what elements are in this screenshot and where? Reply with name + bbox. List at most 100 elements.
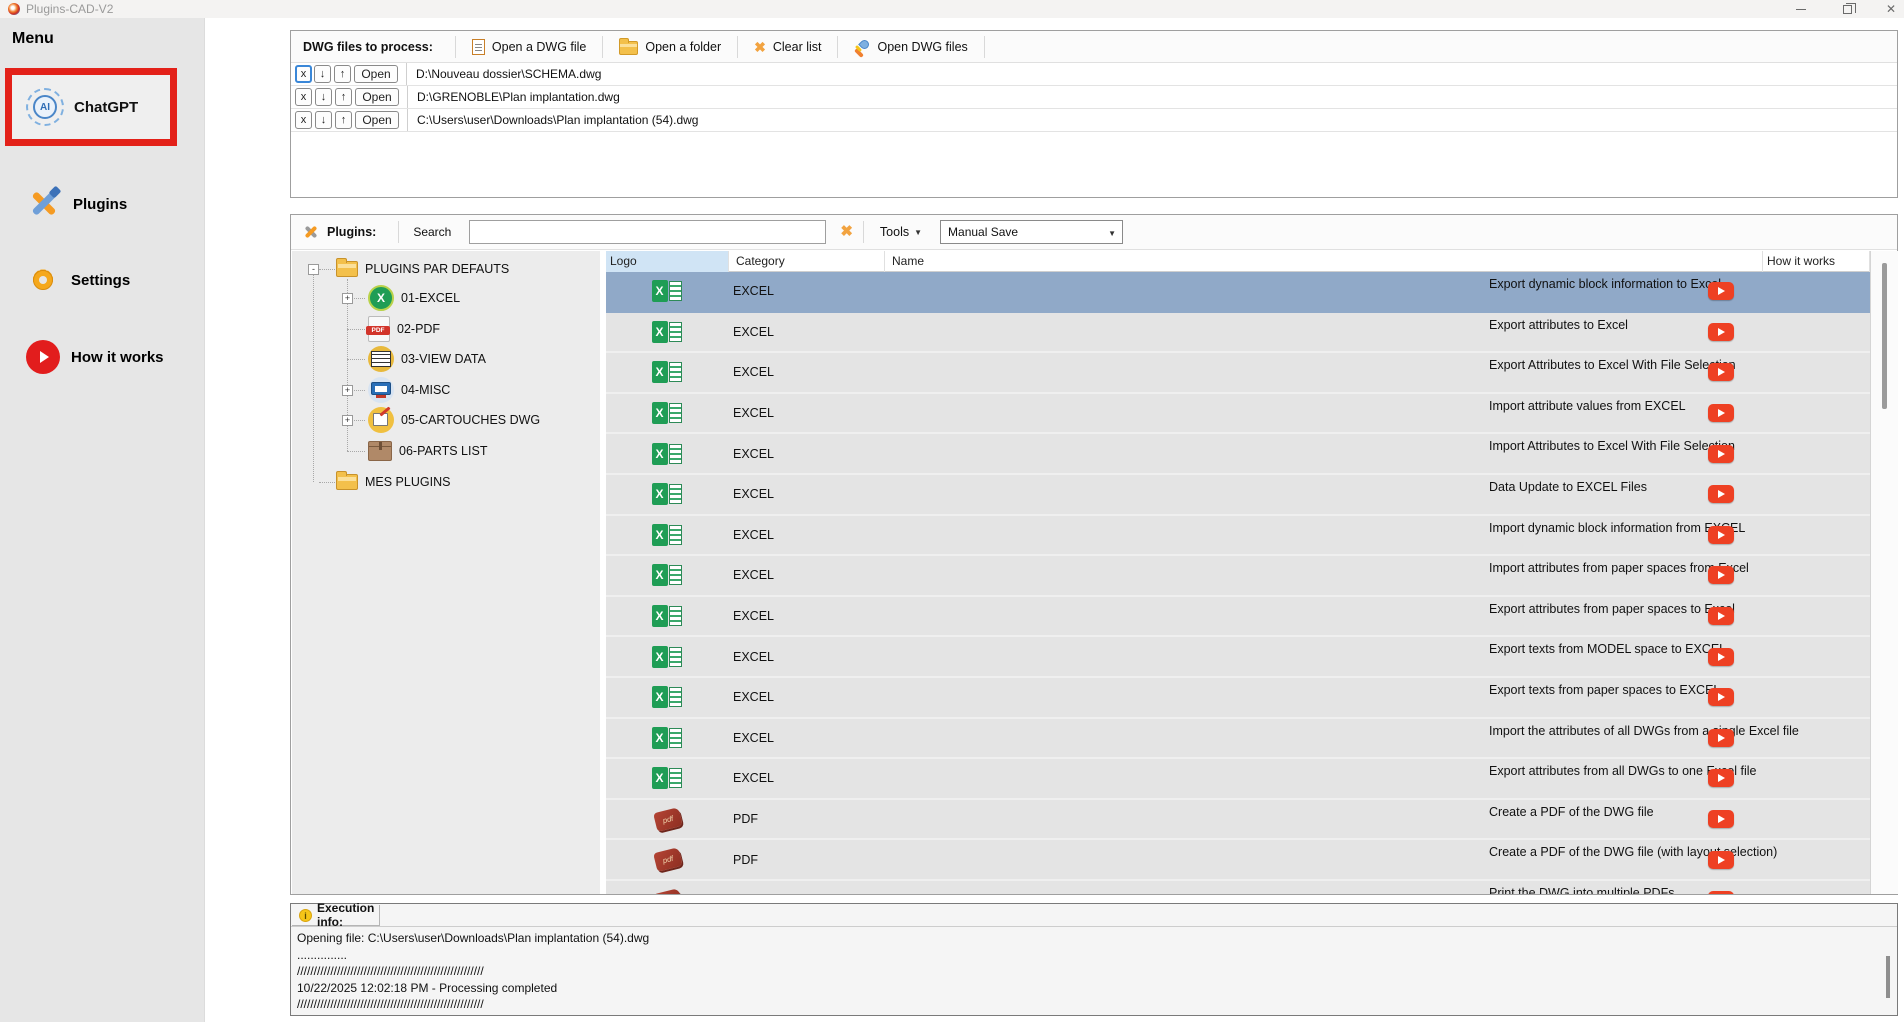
move-down-button[interactable]: ↓ (314, 65, 331, 83)
table-row[interactable]: XEXCELExport texts from MODEL space to E… (606, 637, 1870, 678)
table-row[interactable]: XEXCELImport dynamic block information f… (606, 516, 1870, 557)
play-video-button[interactable] (1708, 282, 1734, 300)
play-video-button[interactable] (1708, 648, 1734, 666)
play-video-button[interactable] (1708, 485, 1734, 503)
open-dwg-files-button[interactable]: Open DWG files (848, 35, 973, 59)
execution-scrollbar-thumb[interactable] (1886, 956, 1890, 998)
play-video-button[interactable] (1708, 769, 1734, 787)
table-row[interactable]: XEXCELImport attributes from paper space… (606, 556, 1870, 597)
play-video-button[interactable] (1708, 688, 1734, 706)
table-scrollbar[interactable] (1870, 251, 1898, 894)
sidebar-item-plugins[interactable]: Plugins (0, 184, 200, 224)
open-file-button[interactable]: Open (354, 65, 398, 83)
play-video-button[interactable] (1708, 891, 1734, 894)
folder-icon (336, 261, 358, 277)
logo-cell: X (606, 434, 729, 473)
sidebar-item-settings[interactable]: Settings (0, 260, 200, 300)
sidebar-item-label: Plugins (73, 196, 127, 213)
remove-file-button[interactable]: x (295, 65, 312, 83)
tree-item[interactable]: 06-PARTS LIST (368, 438, 487, 464)
tools-dropdown-button[interactable]: Tools ▼ (874, 221, 928, 243)
play-video-button[interactable] (1708, 363, 1734, 381)
move-down-button[interactable]: ↓ (315, 88, 332, 106)
play-video-button[interactable] (1708, 851, 1734, 869)
execution-info-tab[interactable]: i Execution info: (292, 905, 380, 926)
table-row[interactable]: pdfPDFCreate a PDF of the DWG file (with… (606, 840, 1870, 881)
table-row[interactable]: XEXCELExport attributes from paper space… (606, 597, 1870, 638)
file-path: D:\GRENOBLE\Plan implantation.dwg (407, 86, 620, 108)
table-row[interactable]: XEXCELData Update to EXCEL Files (606, 475, 1870, 516)
sidebar-item-chatgpt[interactable]: AI ChatGPT (5, 68, 177, 146)
open-dwg-file-button[interactable]: Open a DWG file (466, 35, 592, 59)
tree-expander-minus-icon[interactable]: - (308, 264, 319, 275)
remove-file-button[interactable]: x (295, 88, 312, 106)
play-icon (1718, 774, 1725, 782)
search-input[interactable] (469, 220, 826, 244)
play-video-button[interactable] (1708, 566, 1734, 584)
tree-item[interactable]: 05-CARTOUCHES DWG (368, 407, 540, 433)
tree-item[interactable]: X01-EXCEL (368, 285, 460, 311)
move-up-button[interactable]: ↑ (335, 88, 352, 106)
sidebar-item-how-it-works[interactable]: How it works (0, 337, 200, 377)
play-video-button[interactable] (1708, 445, 1734, 463)
tree-item-label: 05-CARTOUCHES DWG (401, 413, 540, 427)
table-row[interactable]: XEXCELExport dynamic block information t… (606, 272, 1870, 313)
chatgpt-ai-icon: AI (26, 88, 64, 126)
open-file-button[interactable]: Open (355, 111, 399, 129)
play-video-button[interactable] (1708, 729, 1734, 747)
play-icon (1718, 531, 1725, 539)
table-row[interactable]: XEXCELImport the attributes of all DWGs … (606, 719, 1870, 760)
remove-file-button[interactable]: x (295, 111, 312, 129)
table-row[interactable]: XEXCELExport texts from paper spaces to … (606, 678, 1870, 719)
play-icon (1718, 653, 1725, 661)
table-rows: XEXCELExport dynamic block information t… (606, 272, 1870, 894)
open-folder-button[interactable]: Open a folder (613, 34, 727, 59)
table-row[interactable]: XEXCELExport Attributes to Excel With Fi… (606, 353, 1870, 394)
restore-button[interactable] (1832, 0, 1862, 18)
tree-item[interactable]: PDF02-PDF (368, 316, 440, 342)
save-mode-combobox[interactable]: Manual Save ▼ (940, 220, 1123, 244)
logo-cell: X (606, 556, 729, 595)
table-row[interactable]: XEXCELImport attribute values from EXCEL (606, 394, 1870, 435)
column-header-name[interactable]: Name (885, 251, 1763, 272)
tree-expander-plus-icon[interactable]: + (342, 293, 353, 304)
category-cell: EXCEL (733, 434, 885, 473)
how-it-works-cell (1667, 759, 1774, 798)
tools-label: Tools (880, 225, 909, 239)
move-up-button[interactable]: ↑ (334, 65, 351, 83)
tree-item[interactable]: PLUGINS PAR DEFAUTS (336, 256, 509, 282)
tree-item[interactable]: 04-MISC (368, 377, 450, 403)
play-video-button[interactable] (1708, 526, 1734, 544)
column-header-category[interactable]: Category (729, 251, 885, 272)
column-header-how-it-works[interactable]: How it works (1763, 251, 1870, 272)
play-video-button[interactable] (1708, 607, 1734, 625)
move-up-button[interactable]: ↑ (335, 111, 352, 129)
play-video-button[interactable] (1708, 810, 1734, 828)
excel-logo-icon: X (652, 604, 684, 628)
table-row[interactable]: pdfPDFPrint the DWG into multiple PDFs (606, 881, 1870, 894)
execution-log: Opening file: C:\Users\user\Downloads\Pl… (297, 930, 1857, 1013)
pdf-logo-icon: pdf (653, 807, 683, 832)
scrollbar-thumb[interactable] (1882, 263, 1887, 409)
dwg-file-row: x↓↑Open D:\GRENOBLE\Plan implantation.dwg (291, 86, 1897, 109)
tree-expander-plus-icon[interactable]: + (342, 385, 353, 396)
minimize-button[interactable] (1786, 0, 1816, 18)
column-header-logo[interactable]: Logo (606, 251, 729, 272)
table-row[interactable]: XEXCELImport Attributes to Excel With Fi… (606, 434, 1870, 475)
open-file-button[interactable]: Open (355, 88, 399, 106)
play-video-button[interactable] (1708, 404, 1734, 422)
tree-item[interactable]: 03-VIEW DATA (368, 346, 486, 372)
how-it-works-cell (1667, 881, 1774, 894)
move-down-button[interactable]: ↓ (315, 111, 332, 129)
play-video-button[interactable] (1708, 323, 1734, 341)
table-grid-icon (368, 346, 394, 372)
table-row[interactable]: pdfPDFCreate a PDF of the DWG file (606, 800, 1870, 841)
tree-item[interactable]: MES PLUGINS (336, 469, 450, 495)
close-button[interactable]: ✕ (1876, 0, 1904, 18)
logo-cell: X (606, 313, 729, 352)
table-row[interactable]: XEXCELExport attributes from all DWGs to… (606, 759, 1870, 800)
clear-list-button[interactable]: ✖ Clear list (748, 36, 827, 58)
table-row[interactable]: XEXCELExport attributes to Excel (606, 313, 1870, 354)
tree-expander-plus-icon[interactable]: + (342, 415, 353, 426)
clear-search-icon[interactable]: ✖ (840, 225, 853, 239)
